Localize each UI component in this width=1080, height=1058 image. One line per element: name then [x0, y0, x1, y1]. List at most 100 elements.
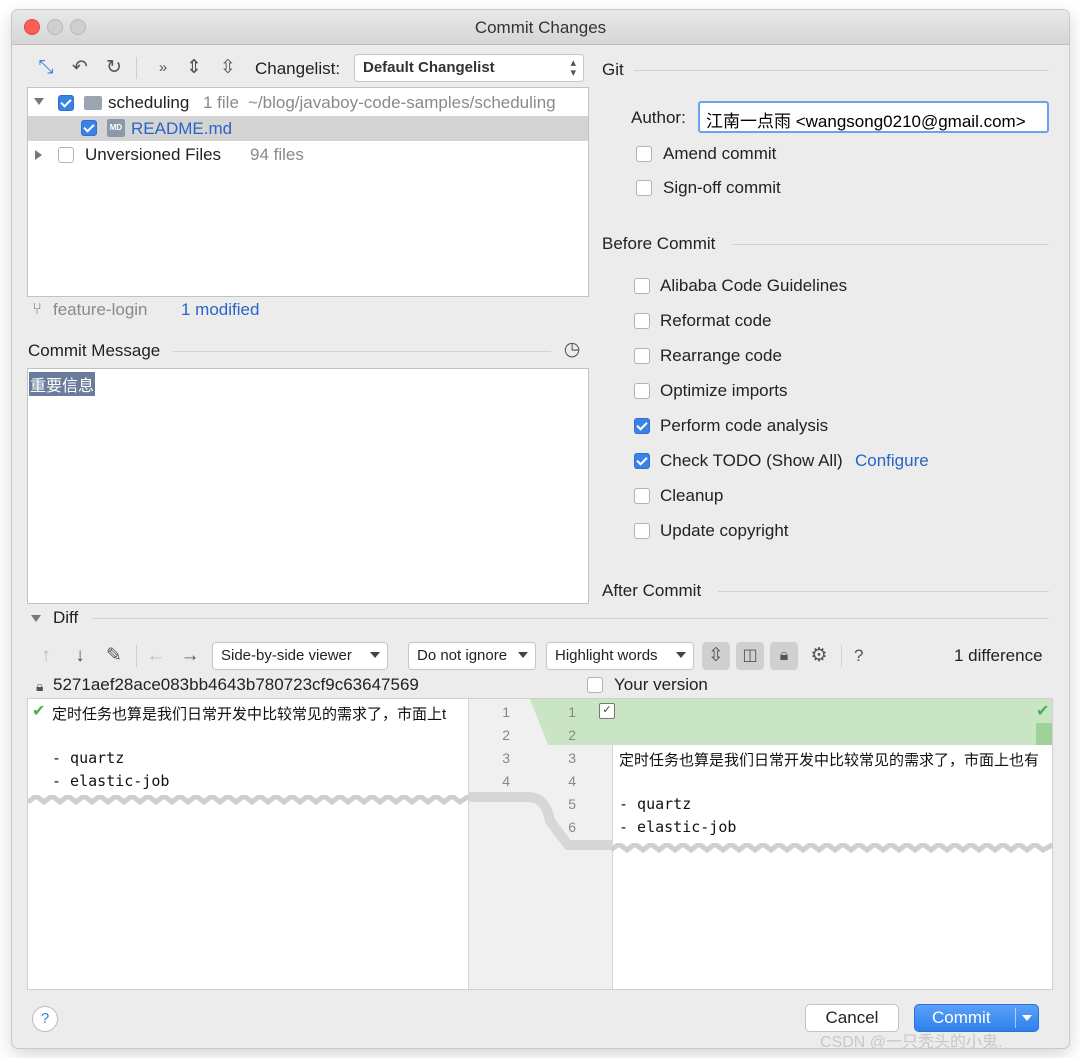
branch-icon: ⑂ [32, 301, 42, 318]
right-fold-marker[interactable] [611, 843, 1053, 857]
unversioned-checkbox[interactable] [58, 147, 74, 163]
diff-toolbar-separator-2 [841, 645, 842, 667]
commit-changes-dialog: Commit Changes ⤡ ↶ ↻ » ⇕ ⇳ Changelist: D… [12, 10, 1069, 1048]
help-button[interactable]: ? [32, 1006, 58, 1032]
branch-name: feature-login [53, 300, 148, 319]
change-marker [1036, 723, 1052, 745]
rollback-icon[interactable]: ↶ [69, 58, 91, 78]
changes-tree: scheduling 1 file ~/blog/javaboy-code-sa… [27, 87, 589, 297]
left-line-number-4: 4 [502, 773, 510, 789]
commit-button-label: Commit [932, 1008, 991, 1027]
cleanup-label[interactable]: Cleanup [660, 486, 723, 506]
highlight-select[interactable]: Highlight words [546, 642, 694, 670]
right-line-number-5: 5 [568, 796, 576, 812]
optimize-imports-label[interactable]: Optimize imports [660, 381, 788, 401]
highlight-dropdown-icon [676, 652, 686, 658]
history-icon[interactable]: ◷ [561, 340, 583, 360]
more-icon[interactable]: » [152, 58, 174, 78]
signoff-commit-checkbox[interactable] [636, 180, 652, 196]
modified-count[interactable]: 1 modified [181, 300, 259, 320]
unversioned-label[interactable]: Unversioned Files [85, 145, 221, 165]
check-todo-label[interactable]: Check TODO (Show All) [660, 451, 843, 471]
before-commit-title: Before Commit [602, 234, 716, 253]
diff-separator [92, 618, 1049, 619]
title-bar: Commit Changes [12, 10, 1069, 45]
collapse-changes-icon[interactable]: ⤡ [35, 58, 57, 78]
amend-commit-label[interactable]: Amend commit [663, 144, 776, 164]
left-line-number-2: 2 [502, 727, 510, 743]
unversioned-count: 94 files [250, 145, 304, 164]
viewer-select[interactable]: Side-by-side viewer [212, 642, 388, 670]
expand-module-icon[interactable] [34, 98, 44, 105]
update-copyright-label[interactable]: Update copyright [660, 521, 789, 541]
configure-link[interactable]: Configure [855, 451, 929, 471]
optimize-imports-checkbox[interactable] [634, 383, 650, 399]
git-section-title: Git [602, 60, 624, 79]
sync-scroll-icon[interactable]: ◫ [736, 642, 764, 670]
file-checkbox[interactable] [81, 120, 97, 136]
diff-viewer: ✔ 定时任务也算是我们日常开发中比较常见的需求了，市面上t - quartz -… [27, 698, 1053, 990]
previous-difference-icon[interactable]: ↑ [35, 646, 57, 666]
updown-icon: ▴ ▾ [570, 57, 576, 79]
alibaba-guidelines-checkbox[interactable] [634, 278, 650, 294]
right-revision-title: Your version [614, 675, 708, 694]
lock-icon[interactable]: 🔒︎ [770, 642, 798, 670]
right-line-3[interactable]: 定时任务也算是我们日常开发中比较常见的需求了，市面上也有 [619, 749, 1052, 770]
update-copyright-checkbox[interactable] [634, 523, 650, 539]
right-line-6[interactable]: - elastic-job [619, 818, 736, 836]
cleanup-checkbox[interactable] [634, 488, 650, 504]
include-change-checkbox[interactable]: ✓ [599, 703, 615, 719]
commit-message-label: Commit Message [28, 341, 161, 360]
reformat-code-label[interactable]: Reformat code [660, 311, 772, 331]
right-line-5[interactable]: - quartz [619, 795, 691, 813]
ignore-select[interactable]: Do not ignore [408, 642, 536, 670]
ignore-dropdown-icon [518, 652, 528, 658]
edit-source-icon[interactable]: ✎ [103, 646, 125, 666]
module-name[interactable]: scheduling [108, 93, 189, 113]
forward-icon[interactable]: → [179, 646, 201, 666]
collapse-diff-icon[interactable] [31, 615, 41, 622]
left-line-4[interactable]: - elastic-job [52, 772, 169, 790]
changelist-select[interactable]: Default Changelist ▴ ▾ [354, 54, 584, 82]
rearrange-code-checkbox[interactable] [634, 348, 650, 364]
left-revision-title: 5271aef28ace083bb4643b780723cf9c63647569 [53, 675, 419, 694]
module-checkbox[interactable] [58, 95, 74, 111]
your-version-checkbox[interactable] [587, 677, 603, 693]
reformat-code-checkbox[interactable] [634, 313, 650, 329]
author-input[interactable]: 江南一点雨 <wangsong0210@gmail.com> [698, 101, 1049, 133]
diff-toolbar-separator [136, 645, 137, 667]
left-check-icon: ✔ [32, 703, 46, 720]
left-line-3[interactable]: - quartz [52, 749, 124, 767]
expand-all-icon[interactable]: ⇕ [183, 58, 205, 78]
difference-count: 1 difference [954, 646, 1043, 665]
commit-split-divider [1015, 1008, 1016, 1028]
refresh-icon[interactable]: ↻ [103, 58, 125, 78]
code-analysis-checkbox[interactable] [634, 418, 650, 434]
alibaba-guidelines-label[interactable]: Alibaba Code Guidelines [660, 276, 847, 296]
changelist-label: Changelist: [255, 59, 341, 78]
settings-gear-icon[interactable]: ⚙ [808, 646, 830, 666]
changelist-value: Default Changelist [363, 59, 495, 76]
signoff-commit-label[interactable]: Sign-off commit [663, 178, 781, 198]
commit-message-text[interactable]: 重要信息 [29, 372, 96, 396]
diff-help-icon[interactable]: ? [854, 646, 863, 666]
expand-unversioned-icon[interactable] [35, 150, 42, 160]
markdown-file-icon: MD [107, 119, 125, 137]
file-name[interactable]: README.md [131, 119, 232, 139]
check-todo-checkbox[interactable] [634, 453, 650, 469]
left-fold-marker[interactable] [28, 795, 469, 809]
before-commit-separator [732, 244, 1049, 245]
next-difference-icon[interactable]: ↓ [69, 646, 91, 666]
amend-commit-checkbox[interactable] [636, 146, 652, 162]
commit-message-separator [173, 351, 551, 352]
right-line-number-3: 3 [568, 750, 576, 766]
commit-options-dropdown-icon[interactable] [1022, 1015, 1032, 1021]
rearrange-code-label[interactable]: Rearrange code [660, 346, 782, 366]
left-line-1[interactable]: 定时任务也算是我们日常开发中比较常见的需求了，市面上t [52, 703, 466, 724]
collapse-unchanged-icon[interactable]: ⇳ [702, 642, 730, 670]
right-line-number-4: 4 [568, 773, 576, 789]
commit-message-editor[interactable]: 重要信息 [27, 368, 589, 604]
back-icon[interactable]: ← [145, 646, 167, 666]
code-analysis-label[interactable]: Perform code analysis [660, 416, 828, 436]
collapse-all-icon[interactable]: ⇳ [217, 58, 239, 78]
